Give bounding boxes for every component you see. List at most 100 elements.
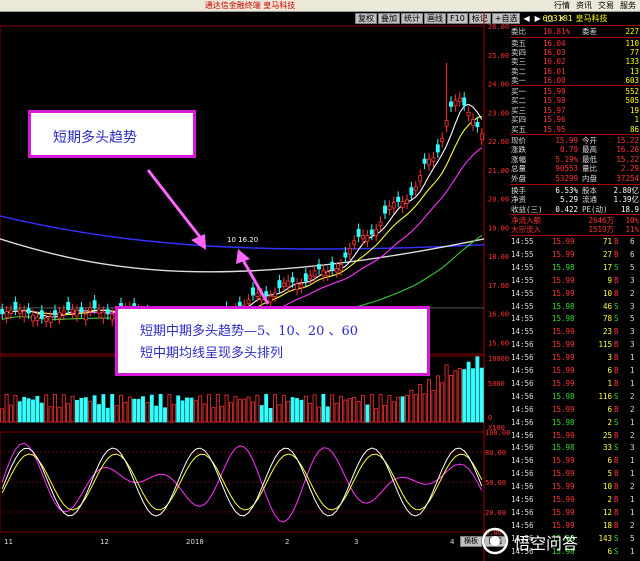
volume-bar [35,396,40,423]
ask-label: 卖一 [511,75,526,85]
volume-bar [435,375,440,423]
flow-label: 大宗流入 [511,225,541,235]
volume-bar [462,369,467,423]
menu-item-quotes[interactable]: 行情 [554,0,570,12]
volume-bar [180,400,185,423]
volume-bar [347,398,352,423]
tick-row: 14:55 15.99 10 B 2 [510,289,640,298]
indicator-axis-label: 80.00 [485,449,506,457]
tick-price: 15.98 [552,443,575,453]
volume-bar [26,398,31,423]
tick-count: 1 [630,507,635,517]
tick-volume: 23 [602,327,612,337]
tick-time: 14:56 [511,495,534,504]
stat2-row: 收益(三) 0.422 PE(动) 18.9 [510,205,640,214]
menu-item-news[interactable]: 资讯 [576,0,592,12]
kline-chart-area[interactable]: 26.00 25.00 24.00 23.00 22.00 21.00 20.00 19.00… [0,12,510,561]
tick-row: 14:56 15.99 12 B 1 [510,508,640,517]
tick-price: 15.99 [552,430,575,440]
volume-bar [132,398,137,423]
volume-bar [268,408,273,423]
tick-side: S [614,417,619,427]
divider [510,134,640,135]
indicator-axis-label: 50.00 [485,479,506,487]
candle-body [22,310,27,318]
bid-row: 买四 15.96 1 [510,115,640,124]
menu-item-service[interactable]: 服务 [620,0,636,12]
tick-row: 14:56 15.99 6 B 2 [510,405,640,414]
tick-count: 6 [630,249,635,259]
stat2-label: 收益(三) [511,204,543,214]
watermark: 悟空问答 [478,524,638,558]
candle-body [431,157,436,162]
tick-row: 14:55 15.99 23 B 3 [510,327,640,336]
volume-bar [264,394,269,423]
tick-volume: 2 [607,495,612,504]
menu-item-trade[interactable]: 交易 [598,0,614,12]
stat-row: 现价 15.99 今开 15.22 [510,136,640,145]
candle-body [330,261,335,270]
ask-price: 16.01 [543,66,566,76]
volume-bar [0,408,5,423]
tick-price: 15.98 [552,417,575,427]
tick-price: 15.99 [552,327,575,337]
tick-time: 14:56 [511,366,534,375]
candle-body [105,309,110,315]
volume-bar [154,405,159,423]
bid-label: 买三 [511,105,526,115]
stat2-label: 换手 [511,186,526,195]
tick-count: 5 [630,262,635,272]
candle-body [13,301,18,310]
candle-body [449,101,453,107]
candle-body [378,221,383,226]
watermark-logo-icon [481,527,509,555]
stat-label: 最高 [582,145,597,155]
ask-label: 卖三 [511,57,526,67]
ask-volume: 13 [629,66,639,76]
candle-body [321,269,326,277]
volume-bar [479,367,484,423]
bid-label: 买一 [511,87,526,96]
flow-value: 1519万 [588,225,614,235]
volume-bar [83,397,88,423]
bid-volume: 505 [625,96,639,106]
tick-price: 15.99 [552,275,575,285]
indicator-j-line [1,442,483,523]
tick-volume: 6 [607,366,612,375]
volume-bar [61,394,66,423]
diff-label: 委差 [582,27,597,36]
volume-axis-label: 5000 [488,380,505,388]
volume-bar [299,399,304,423]
bid-row: 买一 15.99 552 [510,87,640,96]
candle-body [35,316,40,321]
volume-bar [312,394,317,423]
volume-bar [171,403,176,423]
volume-bar [158,394,163,423]
volume-axis-label: 10000 [488,355,509,363]
candle-body [48,316,53,323]
volume-bar [105,407,110,423]
tick-count: 5 [630,314,635,324]
candle-body [444,120,449,127]
volume-bar [317,406,321,423]
candle-body [409,187,414,196]
stat-label: 量比 [582,164,597,174]
volume-bar [251,401,255,423]
tick-time: 14:56 [511,507,534,517]
flow-value: 2646万 [588,216,614,225]
tick-volume: 33 [602,443,612,453]
stat-value: 16.26 [616,145,639,155]
stat-label: 外盘 [511,173,526,183]
volume-bar [325,406,330,423]
tick-price: 15.99 [552,507,575,517]
tick-volume: 6 [607,404,612,414]
ask-price: 16.04 [543,39,566,48]
tick-row: 14:56 15.98 2 S 1 [510,418,640,427]
volume-bar [409,389,414,423]
tick-time: 14:55 [511,301,534,311]
candle-body [457,97,462,102]
candle-body [273,292,277,297]
candle-body [413,186,418,191]
volume-bar [75,399,79,423]
stat-row: 外盘 53299 内盘 37254 [510,174,640,183]
